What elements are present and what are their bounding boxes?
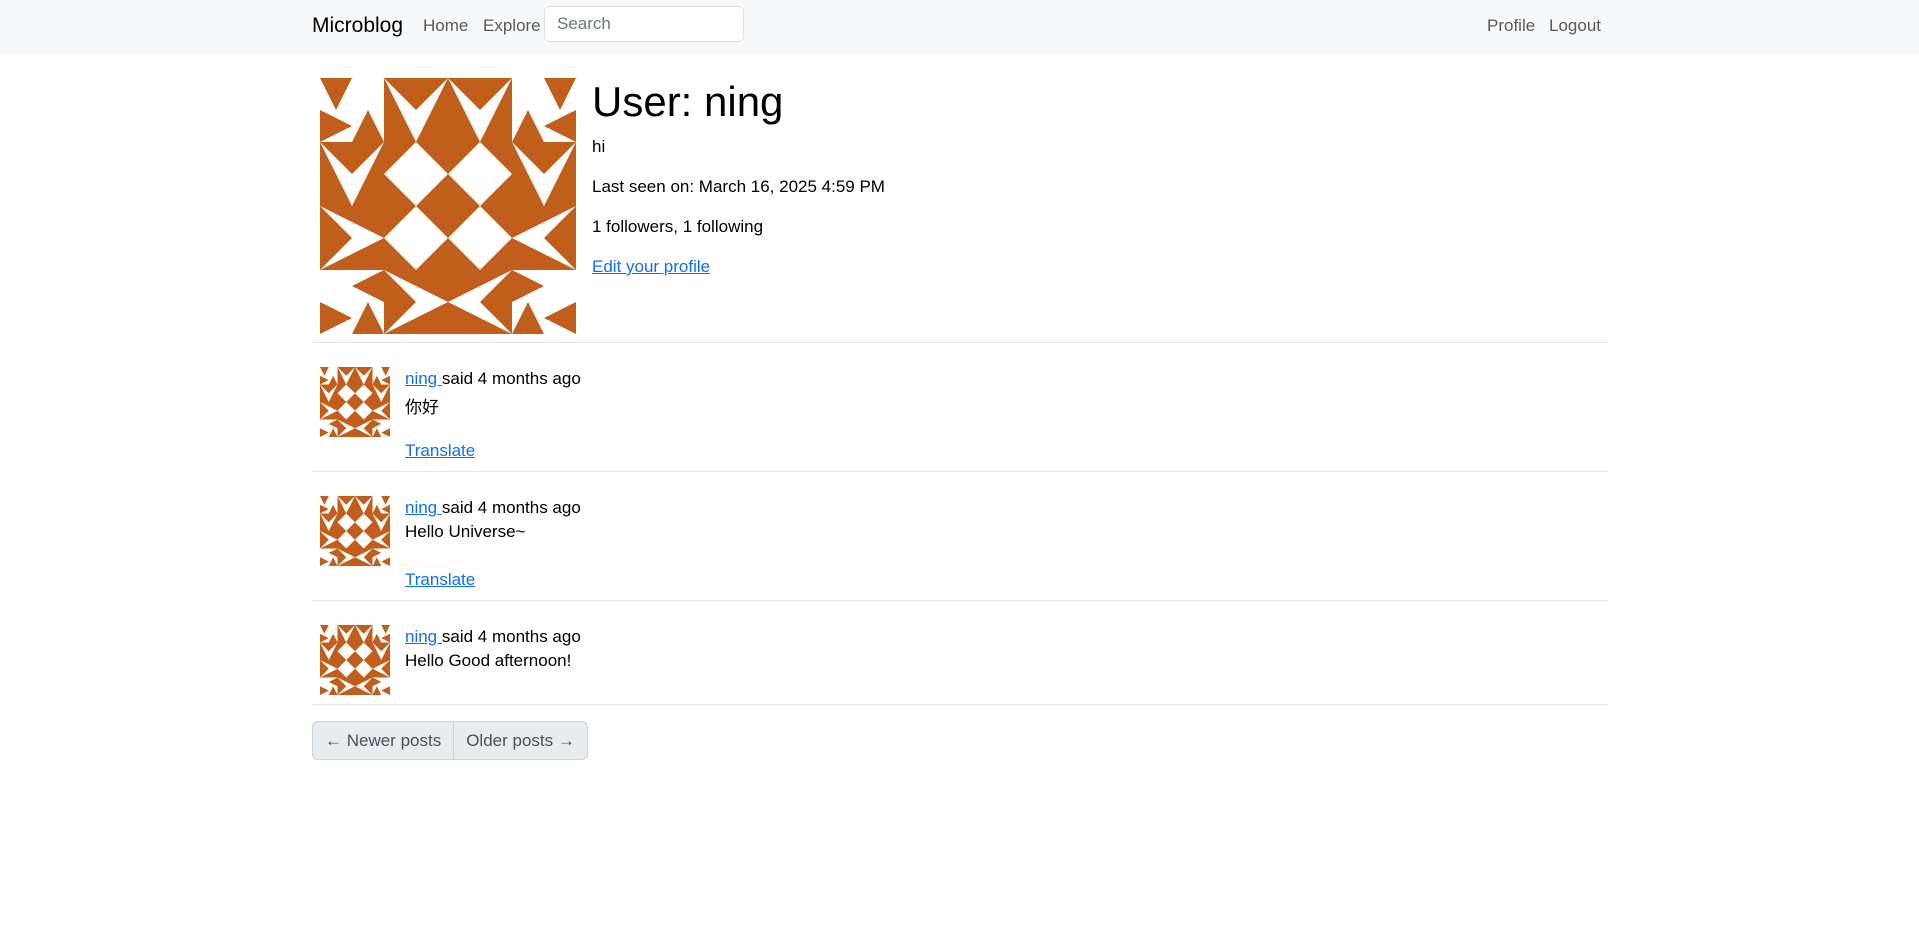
post-avatar (320, 367, 390, 437)
last-seen: Last seen on: March 16, 2025 4:59 PM (592, 177, 885, 196)
divider (312, 704, 1608, 705)
divider (312, 600, 1608, 601)
profile-avatar (320, 78, 576, 334)
post-author-link[interactable]: ning (405, 627, 442, 646)
post-header: ning said 4 months ago (405, 498, 581, 518)
about-me: hi (592, 137, 606, 156)
follow-counts: 1 followers, 1 following (592, 217, 764, 236)
post-header: ning said 4 months ago (405, 369, 581, 389)
divider (312, 471, 1608, 472)
brand-link[interactable]: Microblog (312, 14, 403, 38)
older-posts-button[interactable]: Older posts → (453, 722, 587, 759)
post-meta: said 4 months ago (441, 498, 581, 517)
post-avatar (320, 625, 390, 695)
page-title: User: ning (592, 78, 784, 125)
post-meta: said 4 months ago (441, 369, 581, 388)
navbar: Microblog Home Explore Profile Logout (0, 0, 1919, 54)
post-meta: said 4 months ago (441, 627, 581, 646)
post-author-link[interactable]: ning (405, 498, 442, 517)
divider (312, 342, 1608, 343)
newer-posts-button[interactable]: ← Newer posts (313, 722, 453, 759)
nav-explore[interactable]: Explore (483, 16, 541, 36)
nav-profile[interactable]: Profile (1487, 16, 1535, 36)
post-header: ning said 4 months ago (405, 627, 581, 647)
translate-link[interactable]: Translate (405, 570, 475, 589)
search-input[interactable] (544, 6, 744, 42)
translate-link[interactable]: Translate (405, 441, 475, 460)
pagination: ← Newer posts Older posts → (312, 721, 588, 760)
post-body: Hello Universe~ (405, 522, 526, 541)
edit-profile-link[interactable]: Edit your profile (592, 257, 710, 276)
nav-home[interactable]: Home (423, 16, 468, 36)
post-body: 你好 (405, 398, 439, 417)
nav-logout[interactable]: Logout (1549, 16, 1601, 36)
post-avatar (320, 496, 390, 566)
post-body: Hello Good afternoon! (405, 651, 572, 670)
post-author-link[interactable]: ning (405, 369, 442, 388)
